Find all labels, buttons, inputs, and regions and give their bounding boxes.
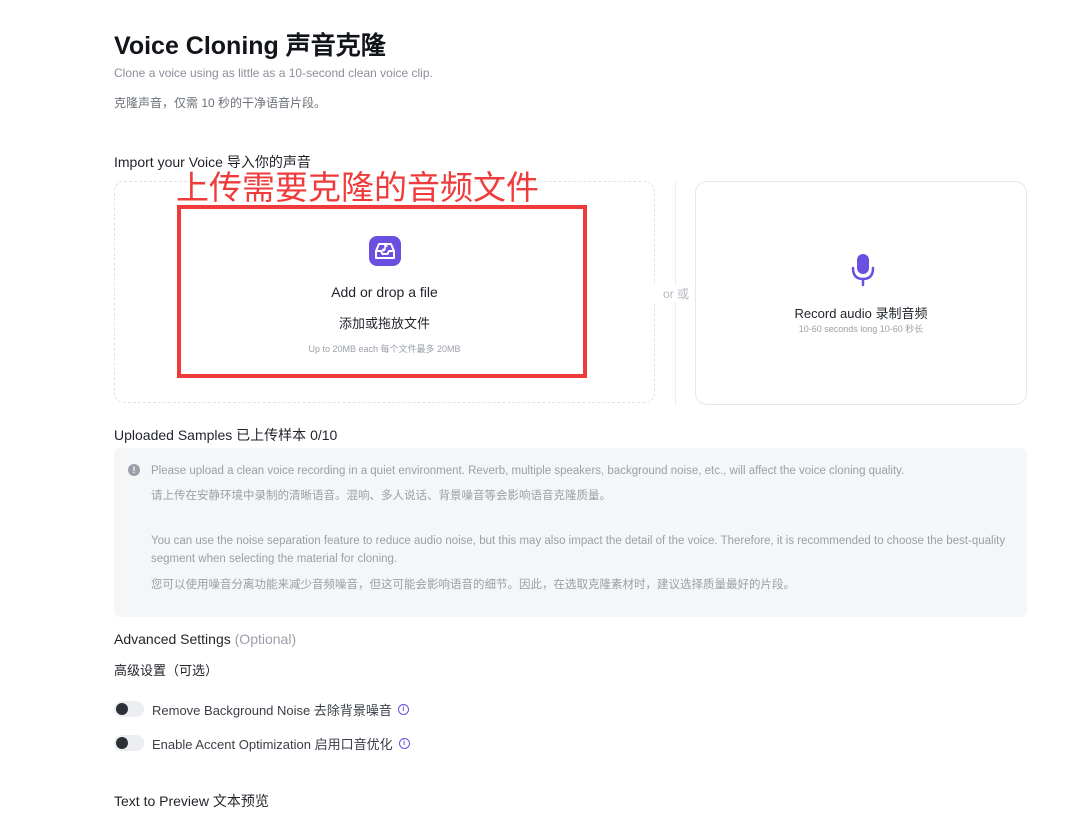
notice-text-en-2: You can use the noise separation feature…	[151, 535, 1006, 565]
advanced-settings-label: Advanced Settings (Optional)	[114, 631, 296, 647]
uploaded-samples-label: Uploaded Samples 已上传样本 0/10	[114, 427, 338, 443]
record-audio-duration: 10-60 seconds long 10-60 秒长	[798, 324, 924, 334]
remove-noise-toggle[interactable]	[114, 701, 144, 717]
remove-noise-label: Remove Background Noise 去除背景噪音	[152, 702, 392, 718]
optional-tag: (Optional)	[234, 631, 297, 647]
toggle-knob	[116, 737, 128, 749]
page-title: Voice Cloning 声音克隆	[114, 32, 386, 60]
info-icon[interactable]: i	[397, 703, 409, 715]
record-audio-title: Record audio 录制音频	[794, 306, 928, 321]
info-icon[interactable]: i	[398, 737, 410, 749]
microphone-icon	[850, 253, 876, 287]
advanced-settings-label-cn: 高级设置（可选）	[114, 663, 219, 678]
accent-optimization-row: Enable Accent Optimization 启用口音优化 i	[114, 734, 410, 752]
page-subtitle-cn: 克隆声音，仅需 10 秒的干净语音片段。	[114, 96, 327, 110]
accent-optimization-toggle[interactable]	[114, 735, 144, 751]
upload-notice: ! Please upload a clean voice recording …	[114, 448, 1027, 617]
annotation-highlight-box	[177, 205, 587, 378]
info-circle-icon: !	[128, 464, 140, 476]
or-label: or 或	[654, 285, 698, 302]
page-subtitle-en: Clone a voice using as little as a 10-se…	[114, 66, 433, 80]
remove-noise-row: Remove Background Noise 去除背景噪音 i	[114, 700, 409, 718]
toggle-knob	[116, 703, 128, 715]
advanced-settings-title: Advanced Settings	[114, 631, 235, 647]
accent-optimization-label: Enable Accent Optimization 启用口音优化	[152, 736, 393, 752]
annotation-text: 上传需要克隆的音频文件	[176, 169, 539, 206]
notice-text-cn-1: 请上传在安静环境中录制的清晰语音。混响、多人说话、背景噪音等会影响语音克隆质量。	[151, 490, 611, 502]
notice-text-cn-2: 您可以使用噪音分离功能来减少音频噪音，但这可能会影响语音的细节。因此，在选取克隆…	[151, 579, 795, 591]
notice-text-en-1: Please upload a clean voice recording in…	[151, 465, 905, 477]
text-preview-label: Text to Preview 文本预览	[114, 793, 269, 809]
record-audio-card[interactable]	[695, 181, 1027, 405]
